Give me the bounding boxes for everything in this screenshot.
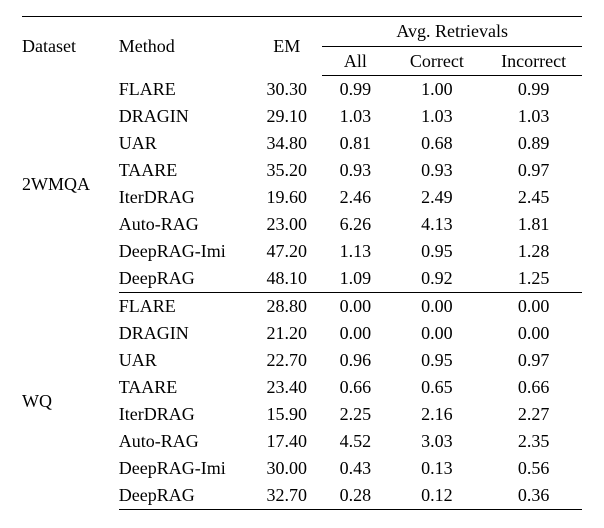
- correct-cell: 2.16: [389, 401, 486, 428]
- results-table: Dataset Method EM Avg. Retrievals All Co…: [22, 16, 582, 510]
- method-cell: UAR: [119, 347, 251, 374]
- incorrect-cell: 0.00: [485, 320, 582, 347]
- header-all: All: [322, 47, 388, 76]
- all-cell: 4.52: [322, 428, 388, 455]
- em-cell: 19.60: [251, 184, 322, 211]
- all-cell: 0.66: [322, 374, 388, 401]
- all-cell: 0.96: [322, 347, 388, 374]
- method-cell: DRAGIN: [119, 320, 251, 347]
- all-cell: 1.13: [322, 238, 388, 265]
- header-incorrect: Incorrect: [485, 47, 582, 76]
- correct-cell: 0.68: [389, 130, 486, 157]
- method-cell: TAARE: [119, 374, 251, 401]
- table-row: 2WMQAFLARE30.300.991.000.99: [22, 76, 582, 104]
- dataset-cell: WQ: [22, 293, 119, 510]
- incorrect-cell: 1.25: [485, 265, 582, 293]
- method-cell: DeepRAG: [119, 482, 251, 510]
- method-cell: DRAGIN: [119, 103, 251, 130]
- correct-cell: 0.13: [389, 455, 486, 482]
- method-cell: TAARE: [119, 157, 251, 184]
- header-correct: Correct: [389, 47, 486, 76]
- incorrect-cell: 0.89: [485, 130, 582, 157]
- all-cell: 0.00: [322, 320, 388, 347]
- method-cell: DeepRAG-Imi: [119, 238, 251, 265]
- method-cell: Auto-RAG: [119, 211, 251, 238]
- incorrect-cell: 1.28: [485, 238, 582, 265]
- incorrect-cell: 0.66: [485, 374, 582, 401]
- correct-cell: 2.49: [389, 184, 486, 211]
- method-cell: Auto-RAG: [119, 428, 251, 455]
- method-cell: DeepRAG-Imi: [119, 455, 251, 482]
- incorrect-cell: 2.27: [485, 401, 582, 428]
- all-cell: 1.09: [322, 265, 388, 293]
- table-row: WQFLARE28.800.000.000.00: [22, 293, 582, 321]
- correct-cell: 0.00: [389, 320, 486, 347]
- correct-cell: 0.92: [389, 265, 486, 293]
- incorrect-cell: 0.00: [485, 293, 582, 321]
- method-cell: IterDRAG: [119, 401, 251, 428]
- em-cell: 17.40: [251, 428, 322, 455]
- all-cell: 2.25: [322, 401, 388, 428]
- incorrect-cell: 0.99: [485, 76, 582, 104]
- all-cell: 0.28: [322, 482, 388, 510]
- correct-cell: 0.95: [389, 238, 486, 265]
- em-cell: 35.20: [251, 157, 322, 184]
- all-cell: 2.46: [322, 184, 388, 211]
- em-cell: 28.80: [251, 293, 322, 321]
- incorrect-cell: 2.45: [485, 184, 582, 211]
- correct-cell: 0.93: [389, 157, 486, 184]
- table-body: 2WMQAFLARE30.300.991.000.99DRAGIN29.101.…: [22, 76, 582, 510]
- incorrect-cell: 0.97: [485, 157, 582, 184]
- em-cell: 29.10: [251, 103, 322, 130]
- em-cell: 48.10: [251, 265, 322, 293]
- correct-cell: 0.12: [389, 482, 486, 510]
- incorrect-cell: 1.81: [485, 211, 582, 238]
- em-cell: 15.90: [251, 401, 322, 428]
- incorrect-cell: 0.97: [485, 347, 582, 374]
- correct-cell: 0.65: [389, 374, 486, 401]
- header-em: EM: [251, 17, 322, 76]
- correct-cell: 1.00: [389, 76, 486, 104]
- all-cell: 0.93: [322, 157, 388, 184]
- incorrect-cell: 1.03: [485, 103, 582, 130]
- method-cell: FLARE: [119, 76, 251, 104]
- em-cell: 47.20: [251, 238, 322, 265]
- em-cell: 21.20: [251, 320, 322, 347]
- all-cell: 0.00: [322, 293, 388, 321]
- em-cell: 34.80: [251, 130, 322, 157]
- header-dataset: Dataset: [22, 17, 119, 76]
- dataset-cell: 2WMQA: [22, 76, 119, 293]
- all-cell: 0.43: [322, 455, 388, 482]
- em-cell: 23.40: [251, 374, 322, 401]
- correct-cell: 0.00: [389, 293, 486, 321]
- correct-cell: 1.03: [389, 103, 486, 130]
- em-cell: 30.00: [251, 455, 322, 482]
- correct-cell: 3.03: [389, 428, 486, 455]
- em-cell: 22.70: [251, 347, 322, 374]
- all-cell: 6.26: [322, 211, 388, 238]
- all-cell: 0.99: [322, 76, 388, 104]
- method-cell: FLARE: [119, 293, 251, 321]
- table-container: Dataset Method EM Avg. Retrievals All Co…: [0, 0, 604, 510]
- header-method: Method: [119, 17, 251, 76]
- incorrect-cell: 0.36: [485, 482, 582, 510]
- method-cell: IterDRAG: [119, 184, 251, 211]
- correct-cell: 0.95: [389, 347, 486, 374]
- method-cell: UAR: [119, 130, 251, 157]
- all-cell: 0.81: [322, 130, 388, 157]
- table-header: Dataset Method EM Avg. Retrievals All Co…: [22, 17, 582, 76]
- header-avg-retrievals: Avg. Retrievals: [322, 17, 582, 47]
- all-cell: 1.03: [322, 103, 388, 130]
- em-cell: 32.70: [251, 482, 322, 510]
- incorrect-cell: 0.56: [485, 455, 582, 482]
- correct-cell: 4.13: [389, 211, 486, 238]
- method-cell: DeepRAG: [119, 265, 251, 293]
- em-cell: 23.00: [251, 211, 322, 238]
- em-cell: 30.30: [251, 76, 322, 104]
- incorrect-cell: 2.35: [485, 428, 582, 455]
